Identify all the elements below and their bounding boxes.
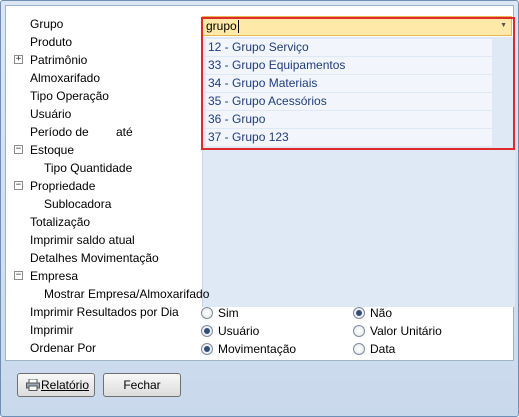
- label-produto: Produto: [30, 35, 73, 49]
- radio-ordenar-data-label: Data: [370, 342, 396, 356]
- report-filter-window: Grupo Produto + Patrimônio Almoxarifado …: [0, 0, 519, 417]
- label-periodo-ate: até: [116, 125, 133, 139]
- relatorio-button-label: Relatório: [40, 378, 90, 392]
- collapse-estoque-icon[interactable]: −: [14, 145, 23, 154]
- label-grupo: Grupo: [30, 17, 64, 31]
- label-sublocadora: Sublocadora: [44, 197, 112, 211]
- label-imprimir-saldo: Imprimir saldo atual: [30, 233, 135, 247]
- dropdown-item[interactable]: 37 - Grupo 123: [206, 129, 492, 146]
- label-tipo-quantidade: Tipo Quantidade: [44, 161, 133, 175]
- expand-patrimonio-icon[interactable]: +: [14, 55, 23, 64]
- collapse-empresa-icon[interactable]: −: [14, 271, 23, 280]
- label-usuario: Usuário: [30, 107, 72, 121]
- radio-resultados-nao-label: Não: [370, 306, 393, 320]
- label-ordenar-por: Ordenar Por: [30, 341, 97, 355]
- label-imprimir: Imprimir: [30, 323, 74, 337]
- fechar-button[interactable]: Fechar: [103, 373, 181, 397]
- relatorio-button[interactable]: Relatório: [17, 373, 95, 397]
- dropdown-item[interactable]: 35 - Grupo Acessórios: [206, 93, 492, 110]
- label-periodo-de: Período de: [30, 125, 89, 139]
- radio-resultados-nao[interactable]: [353, 307, 365, 319]
- label-totalizacao: Totalização: [30, 215, 91, 229]
- label-propriedade: Propriedade: [30, 179, 96, 193]
- filter-panel: Grupo Produto + Patrimônio Almoxarifado …: [5, 5, 515, 361]
- label-detalhes-movimentacao: Detalhes Movimentação: [30, 251, 159, 265]
- label-mostrar-empresa: Mostrar Empresa/Almoxarifado: [44, 287, 210, 301]
- dropdown-item[interactable]: 12 - Grupo Serviço: [206, 39, 492, 56]
- grupo-dropdown-list: 12 - Grupo Serviço 33 - Grupo Equipament…: [201, 17, 515, 150]
- dropdown-item[interactable]: 33 - Grupo Equipamentos: [206, 57, 492, 74]
- label-imprimir-resultados: Imprimir Resultados por Dia: [30, 305, 179, 319]
- radio-imprimir-valor-unitario-label: Valor Unitário: [370, 324, 442, 338]
- radio-imprimir-usuario[interactable]: [201, 325, 213, 337]
- radio-ordenar-movimentacao-label: Movimentação: [218, 342, 297, 356]
- radio-ordenar-data[interactable]: [353, 343, 365, 355]
- radio-imprimir-usuario-label: Usuário: [218, 324, 260, 338]
- label-estoque: Estoque: [30, 143, 75, 157]
- collapse-propriedade-icon[interactable]: −: [14, 181, 23, 190]
- label-almoxarifado: Almoxarifado: [30, 71, 101, 85]
- radio-imprimir-valor-unitario[interactable]: [353, 325, 365, 337]
- label-tipo-operacao: Tipo Operação: [30, 89, 109, 103]
- radio-resultados-sim[interactable]: [201, 307, 213, 319]
- printer-icon: [26, 379, 40, 391]
- fechar-button-label: Fechar: [123, 378, 161, 392]
- label-patrimonio: Patrimônio: [30, 53, 88, 67]
- dropdown-item[interactable]: 36 - Grupo: [206, 111, 492, 128]
- label-empresa: Empresa: [30, 269, 79, 283]
- radio-ordenar-movimentacao[interactable]: [201, 343, 213, 355]
- radio-resultados-sim-label: Sim: [218, 306, 239, 320]
- dropdown-item[interactable]: 34 - Grupo Materiais: [206, 75, 492, 92]
